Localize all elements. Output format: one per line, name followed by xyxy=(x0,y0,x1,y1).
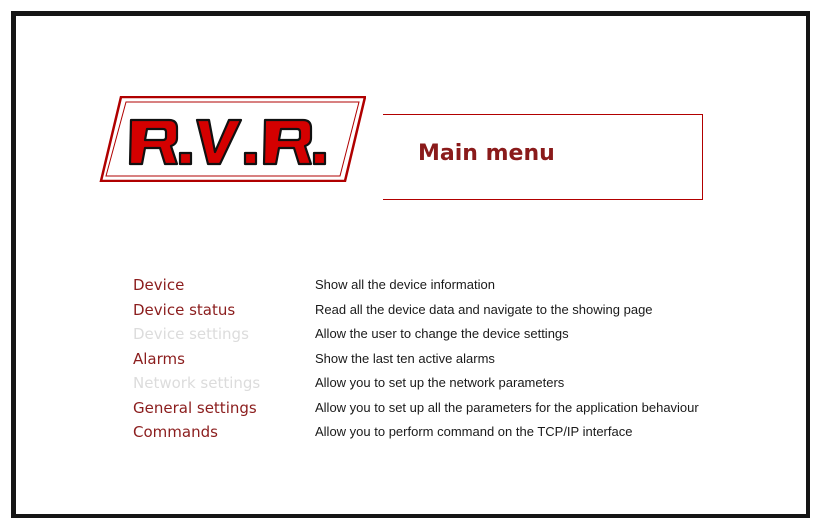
menu-row: Device status Read all the device data an… xyxy=(133,301,753,326)
page-title: Main menu xyxy=(418,141,555,166)
menu-link-device-settings: Device settings xyxy=(133,325,249,343)
menu-description: Allow the user to change the device sett… xyxy=(315,326,569,341)
menu-link-device-status[interactable]: Device status xyxy=(133,301,235,319)
menu-link-general-settings[interactable]: General settings xyxy=(133,399,257,417)
menu-link-network-settings: Network settings xyxy=(133,374,261,392)
menu-link-alarms[interactable]: Alarms xyxy=(133,350,185,368)
menu-description: Show all the device information xyxy=(315,277,495,292)
menu-description: Allow you to set up all the parameters f… xyxy=(315,399,699,415)
menu-description: Allow you to perform command on the TCP/… xyxy=(315,424,633,439)
menu-description: Allow you to set up the network paramete… xyxy=(315,375,565,390)
menu-link-commands[interactable]: Commands xyxy=(133,423,218,441)
rvr-logo xyxy=(99,96,366,182)
menu-row: Network settings Allow you to set up the … xyxy=(133,374,753,399)
menu-description: Show the last ten active alarms xyxy=(315,350,495,366)
menu-row: Commands Allow you to perform command on … xyxy=(133,423,753,448)
menu-row: Device Show all the device information xyxy=(133,276,753,301)
menu-description: Read all the device data and navigate to… xyxy=(315,301,653,317)
frame-border-bottom xyxy=(11,514,810,518)
menu-link-device[interactable]: Device xyxy=(133,276,184,294)
frame-border-right xyxy=(806,11,810,517)
main-menu: Device Show all the device information Dev… xyxy=(133,276,753,448)
menu-row: Alarms Show the last ten active alarms xyxy=(133,350,753,375)
menu-row: Device settings Allow the user to change … xyxy=(133,325,753,350)
menu-row: General settings Allow you to set up all … xyxy=(133,399,753,424)
